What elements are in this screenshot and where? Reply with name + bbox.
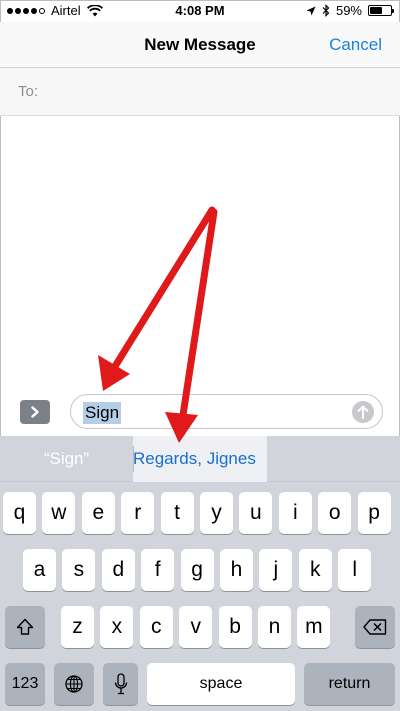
to-label: To: — [18, 83, 39, 100]
key-r[interactable]: r — [121, 492, 155, 534]
battery-percent: 59% — [335, 3, 362, 18]
prediction-3[interactable] — [267, 436, 400, 482]
key-t[interactable]: t — [160, 492, 194, 534]
status-bar: Airtel 4:08 PM 59% — [0, 0, 400, 22]
key-i[interactable]: i — [278, 492, 312, 534]
apps-toggle-button[interactable] — [20, 400, 50, 424]
battery-icon — [368, 5, 394, 16]
arrow-up-icon — [357, 405, 369, 419]
prediction-divider — [133, 446, 134, 472]
microphone-icon — [114, 673, 127, 695]
key-c[interactable]: c — [139, 606, 173, 648]
shift-key[interactable] — [5, 606, 45, 648]
key-z[interactable]: z — [61, 606, 94, 648]
space-key[interactable]: space — [147, 663, 295, 705]
shift-icon — [16, 618, 34, 635]
prediction-1[interactable]: “Sign” — [0, 436, 133, 482]
key-p[interactable]: p — [357, 492, 391, 534]
key-h[interactable]: h — [220, 549, 253, 591]
send-button[interactable] — [352, 401, 374, 423]
location-icon — [306, 6, 316, 15]
key-g[interactable]: g — [180, 549, 214, 591]
key-a[interactable]: a — [23, 549, 56, 591]
key-k[interactable]: k — [298, 549, 332, 591]
cancel-button[interactable]: Cancel — [329, 35, 382, 55]
delete-key[interactable] — [355, 606, 395, 648]
message-text: Sign — [83, 402, 122, 424]
key-m[interactable]: m — [297, 606, 331, 648]
key-s[interactable]: s — [62, 549, 96, 591]
key-w[interactable]: w — [42, 492, 76, 534]
key-b[interactable]: b — [218, 606, 252, 648]
globe-icon — [65, 675, 83, 693]
key-y[interactable]: y — [200, 492, 233, 534]
key-l[interactable]: l — [338, 549, 372, 591]
key-f[interactable]: f — [141, 549, 175, 591]
key-d[interactable]: d — [101, 549, 135, 591]
message-input[interactable]: Sign — [70, 394, 383, 429]
bluetooth-icon — [322, 4, 330, 17]
key-j[interactable]: j — [259, 549, 293, 591]
key-o[interactable]: o — [318, 492, 352, 534]
prediction-2[interactable]: Regards, Jignes — [133, 436, 267, 482]
return-key[interactable]: return — [304, 663, 395, 705]
keyboard: “Sign” Regards, Jignes qwertyuiop asdfgh… — [0, 436, 400, 711]
numbers-key[interactable]: 123 — [5, 663, 45, 705]
backspace-icon — [363, 619, 387, 635]
key-v[interactable]: v — [179, 606, 213, 648]
predictive-text-bar: “Sign” Regards, Jignes — [0, 436, 400, 482]
globe-key[interactable] — [54, 663, 94, 705]
dictation-key[interactable] — [103, 663, 138, 705]
chevron-right-icon — [31, 406, 39, 418]
key-u[interactable]: u — [239, 492, 273, 534]
recipient-field[interactable]: To: — [0, 68, 400, 116]
key-x[interactable]: x — [100, 606, 134, 648]
navigation-bar: New Message Cancel — [0, 22, 400, 68]
key-q[interactable]: q — [3, 492, 36, 534]
key-n[interactable]: n — [258, 606, 291, 648]
key-e[interactable]: e — [81, 492, 115, 534]
